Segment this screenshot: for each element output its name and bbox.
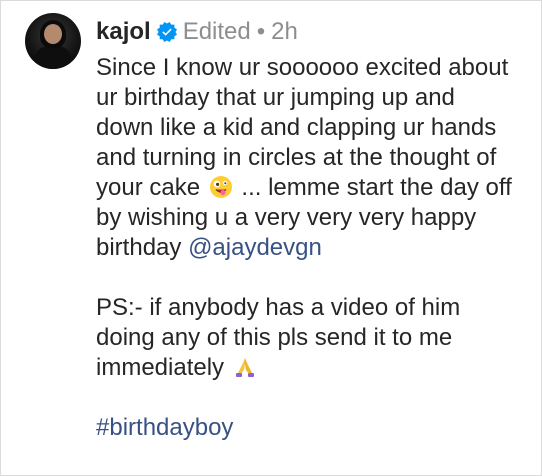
mention-link[interactable]: @ajaydevgn: [188, 234, 322, 261]
caption-line: Since I know ur soooooo excited about: [96, 54, 509, 81]
caption-line: doing any of this pls send it to me: [96, 324, 453, 351]
username-link[interactable]: kajol: [96, 17, 151, 47]
avatar-face-shape: [44, 24, 62, 44]
comment-caption: Since I know ur soooooo excited about ur…: [96, 53, 526, 443]
zany-face-emoji-icon: [209, 176, 232, 198]
caption-text: your cake: [96, 174, 201, 201]
edited-label: Edited: [182, 18, 251, 45]
comment-card: kajol Edited • 2h Since I know ur sooooo…: [0, 0, 542, 476]
caption-text: immediately: [96, 354, 225, 381]
caption-line: PS:- if anybody has a video of him: [96, 294, 461, 321]
caption-text: ... lemme start the day off: [241, 174, 512, 201]
folded-hands-emoji-icon: [235, 358, 254, 377]
caption-text: birthday: [96, 234, 182, 261]
caption-line: down like a kid and clapping ur hands: [96, 114, 497, 141]
caption-line: by wishing u a very very very happy: [96, 204, 477, 231]
caption-line-with-mention: birthday @ajaydevgn: [96, 233, 526, 263]
comment-header: kajol Edited • 2h: [96, 17, 526, 47]
meta-separator: •: [256, 18, 266, 45]
timestamp-link[interactable]: 2h: [271, 17, 298, 47]
caption-line-with-emoji: immediately: [96, 353, 526, 383]
caption-line-with-emoji: your cake ... lemme start the day off: [96, 173, 526, 203]
profile-avatar[interactable]: [25, 13, 81, 69]
hashtag-link[interactable]: #birthdayboy: [96, 413, 526, 443]
caption-line: ur birthday that ur jumping up and: [96, 84, 455, 111]
verified-badge-icon: [156, 22, 177, 42]
comment-content: kajol Edited • 2h Since I know ur sooooo…: [96, 17, 526, 443]
avatar-body-shape: [35, 46, 71, 69]
caption-line: and turning in circles at the thought of: [96, 144, 497, 171]
